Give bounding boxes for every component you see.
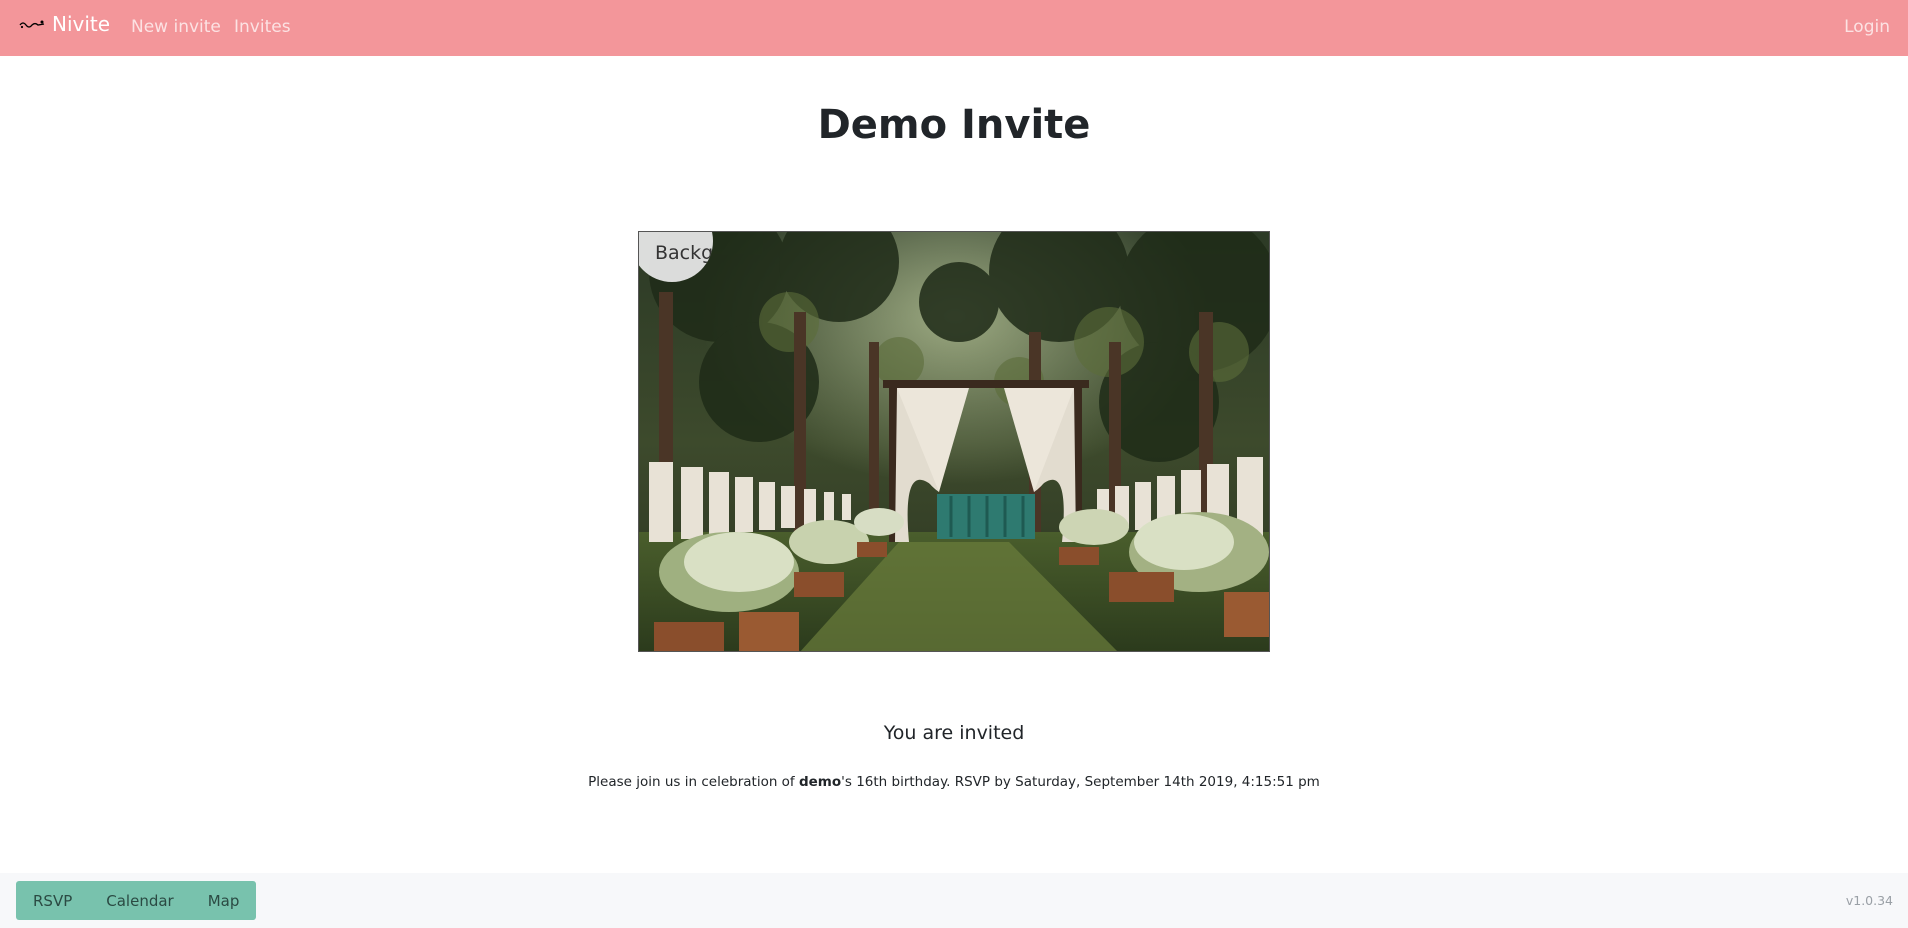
version-label: v1.0.34 [1845,893,1893,908]
footer: RSVP Calendar Map v1.0.34 [0,873,1908,928]
nav-login[interactable]: Login [1844,17,1890,37]
invite-image: Background [638,231,1270,652]
message-suffix: 's 16th birthday. RSVP by Saturday, Sept… [841,774,1320,790]
invite-subtitle: You are invited [883,722,1025,744]
nav-new-invite[interactable]: New invite [131,17,221,37]
nav-invites[interactable]: Invites [234,17,291,37]
brand-link[interactable]: Nivite [18,12,110,36]
action-button-group: RSVP Calendar Map [16,881,257,920]
nivite-logo-icon [19,20,45,29]
calendar-button[interactable]: Calendar [89,881,190,920]
map-button[interactable]: Map [191,881,257,920]
garden-wedding-photo [639,232,1269,651]
invite-message: Please join us in celebration of demo's … [0,774,1908,790]
rsvp-button[interactable]: RSVP [16,881,89,920]
brand-name: Nivite [52,12,111,36]
message-prefix: Please join us in celebration of [588,774,799,790]
background-badge-label: Background [655,242,713,264]
page-title: Demo Invite [817,102,1091,148]
message-name: demo [798,774,842,790]
navbar: Nivite New invite Invites Login [0,0,1908,56]
